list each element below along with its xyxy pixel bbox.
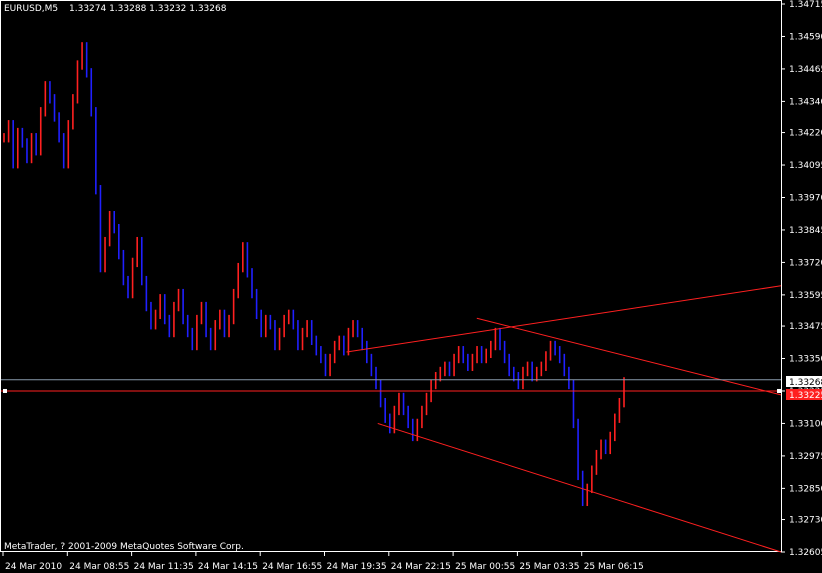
- bid-price-label: 1.33268: [786, 376, 822, 388]
- x-tick-label: 25 Mar 06:15: [584, 562, 644, 572]
- y-tick-label: 1.33970: [789, 193, 822, 203]
- x-tick-label: 25 Mar 00:55: [455, 562, 515, 572]
- y-tick-label: 1.34095: [789, 161, 822, 171]
- y-tick-label: 1.33720: [789, 258, 822, 268]
- price-chart[interactable]: 1.34715 1.34590 1.34465 1.34340 1.34220 1.340…: [0, 0, 822, 573]
- x-tick-label: 24 Mar 14:15: [198, 562, 258, 572]
- chart-background: [0, 0, 822, 573]
- y-tick-label: 1.32730: [789, 516, 822, 526]
- copyright-text: MetaTrader, ? 2001-2009 MetaQuotes Softw…: [4, 542, 244, 552]
- y-tick-label: 1.33595: [789, 291, 822, 301]
- x-tick-label: 24 Mar 08:55: [69, 562, 129, 572]
- x-tick-label: 24 Mar 2010: [5, 562, 62, 572]
- y-tick-label: 1.32605: [789, 548, 822, 558]
- y-tick-label: 1.33845: [789, 226, 822, 236]
- line-price-label-text: 1.33225: [789, 391, 822, 401]
- bid-price-label-text: 1.33268: [789, 378, 822, 388]
- x-tick-label: 24 Mar 22:15: [391, 562, 451, 572]
- symbol-timeframe: EURUSD,M5: [4, 4, 58, 14]
- x-tick-label: 24 Mar 19:35: [327, 562, 387, 572]
- hline-handle-left[interactable]: [3, 388, 7, 393]
- ohlc-values: 1.33274 1.33288 1.33232 1.33268: [69, 4, 227, 14]
- y-tick-label: 1.33100: [789, 419, 822, 429]
- y-tick-label: 1.34340: [789, 97, 822, 107]
- y-tick-label: 1.32975: [789, 452, 822, 462]
- y-tick-label: 1.34465: [789, 65, 822, 75]
- y-tick-label: 1.34220: [789, 129, 822, 139]
- hline-handle-right[interactable]: [777, 388, 781, 393]
- chart-header: EURUSD,M5 1.33274 1.33288 1.33232 1.3326…: [4, 4, 227, 14]
- line-price-label: 1.33225: [786, 389, 822, 401]
- x-tick-label: 25 Mar 03:35: [519, 562, 579, 572]
- y-tick-label: 1.34715: [789, 0, 822, 10]
- x-tick-label: 24 Mar 11:35: [134, 562, 194, 572]
- y-tick-label: 1.32850: [789, 484, 822, 494]
- y-tick-label: 1.33475: [789, 322, 822, 332]
- y-tick-label: 1.34590: [789, 32, 822, 42]
- y-tick-label: 1.33350: [789, 355, 822, 365]
- x-tick-label: 24 Mar 16:55: [262, 562, 322, 572]
